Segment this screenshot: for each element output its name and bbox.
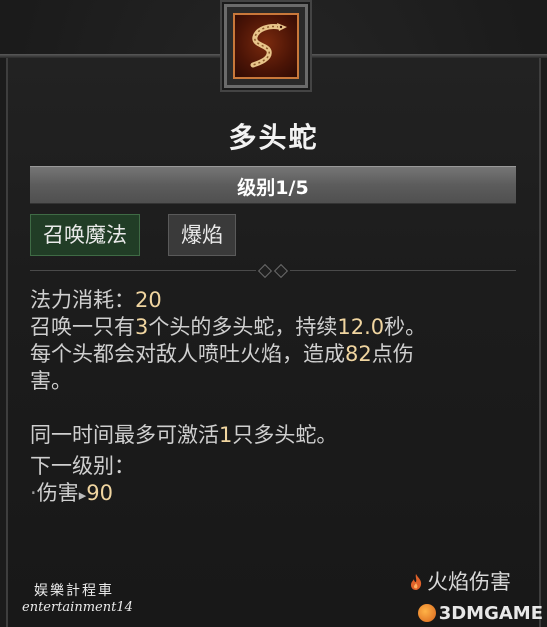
skill-icon-frame bbox=[224, 4, 308, 88]
max-active-value: 1 bbox=[219, 423, 233, 447]
duration-value: 12.0 bbox=[337, 315, 385, 339]
rank-bar: 级别1/5 bbox=[30, 166, 516, 204]
skill-tooltip: 多头蛇 级别1/5 召唤魔法 爆焰 法力消耗：20 召唤一只有3个头的多头蛇，持… bbox=[0, 0, 547, 627]
mana-cost-value: 20 bbox=[135, 288, 162, 312]
watermark-en: entertainment14 bbox=[22, 600, 133, 615]
flame-icon bbox=[409, 572, 423, 590]
heads-count: 3 bbox=[135, 315, 149, 339]
section-divider bbox=[30, 263, 516, 279]
skill-description: 法力消耗：20 召唤一只有3个头的多头蛇，持续12.0秒。 每个头都会对敌人喷吐… bbox=[30, 287, 520, 509]
watermark-site: 3DMGAME bbox=[417, 603, 543, 624]
description-line-4: 同一时间最多可激活1只多头蛇。 bbox=[30, 423, 338, 447]
next-rank-label: 下一级别： bbox=[30, 454, 135, 478]
damage-value: 82 bbox=[345, 342, 372, 366]
site-logo-icon bbox=[417, 604, 436, 622]
description-line-2: 每个头都会对敌人喷吐火焰，造成82点伤 bbox=[30, 342, 414, 366]
tag-summon-magic: 召唤魔法 bbox=[30, 214, 140, 256]
description-line-3: 害。 bbox=[30, 369, 72, 393]
hydra-serpent-icon bbox=[233, 13, 299, 79]
watermark-cn: 娱樂計程車 bbox=[34, 583, 114, 599]
tag-pyro: 爆焰 bbox=[168, 214, 236, 256]
mana-cost-row: 法力消耗：20 bbox=[30, 288, 162, 312]
description-line-1: 召唤一只有3个头的多头蛇，持续12.0秒。 bbox=[30, 315, 427, 339]
damage-type: 火焰伤害 bbox=[409, 566, 511, 596]
next-rank-value: 90 bbox=[86, 481, 113, 505]
rank-label: 级别1/5 bbox=[237, 177, 309, 199]
damage-type-label: 火焰伤害 bbox=[427, 570, 511, 594]
next-rank-stat: ·伤害▸90 bbox=[30, 481, 113, 505]
skill-title: 多头蛇 bbox=[228, 121, 319, 154]
